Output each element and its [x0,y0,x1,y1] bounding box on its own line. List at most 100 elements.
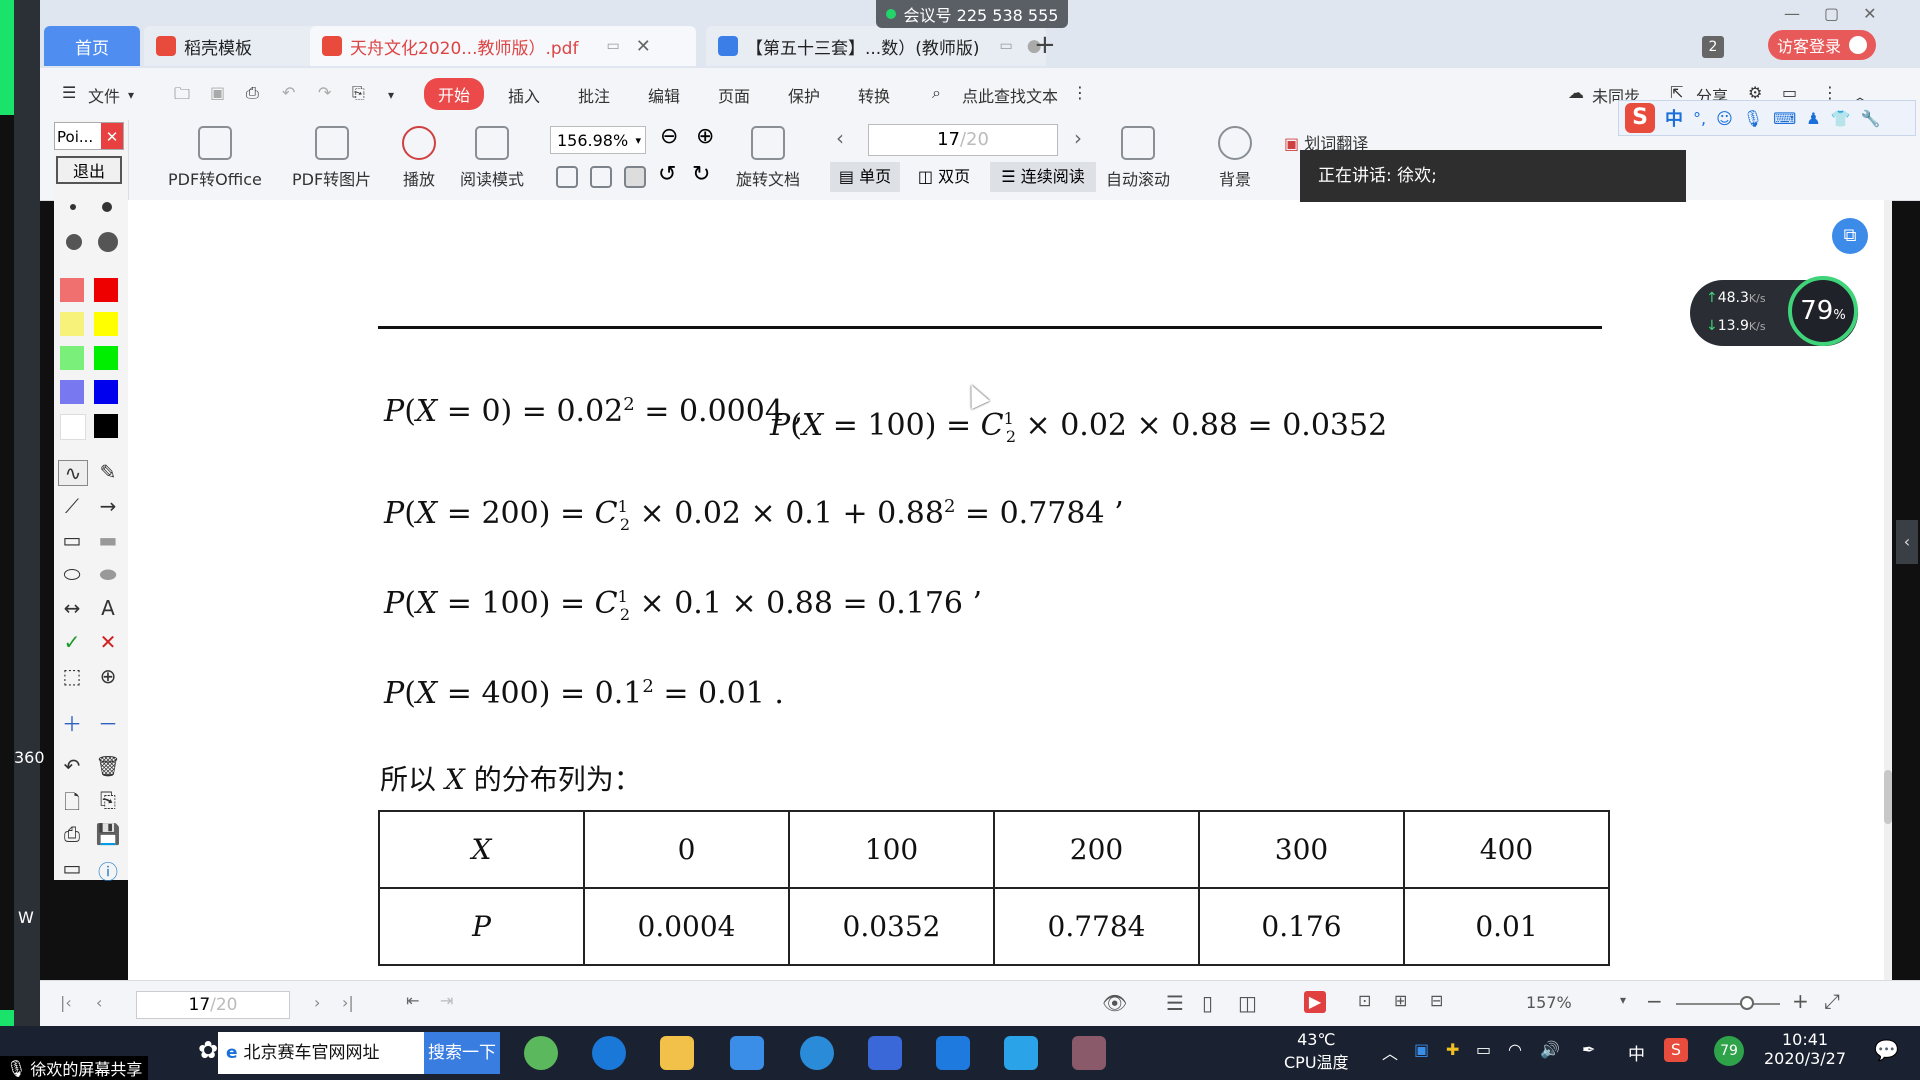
fit-page-icon[interactable] [590,166,612,188]
find-text[interactable]: 点此查找文本 [962,83,1058,107]
next-view-icon[interactable]: ⇥ [440,991,453,1010]
visitor-login-button[interactable]: 访客登录 [1768,30,1876,60]
ellipse-tool-icon[interactable]: ⬭ [58,562,86,586]
tab-close-icon[interactable]: ✕ [636,36,651,57]
single-page-button[interactable]: ▤ 单页 [830,162,900,192]
color-white[interactable] [60,414,86,440]
tab-home[interactable]: 首页 [44,26,140,66]
side-collapse-icon[interactable]: ‹ [1896,520,1918,564]
sogou-icon[interactable]: S [1625,103,1655,133]
add-icon[interactable]: ＋ [58,708,86,737]
zoom-slider[interactable] [1676,996,1780,1010]
arrow-tool-icon[interactable]: → [94,494,122,518]
tab-pdf[interactable]: 天舟文化2020...教师版）.pdf ▭ ✕ [310,26,696,66]
rotate-right-icon[interactable]: ↻ [692,162,710,187]
screen-icon[interactable]: ▭ [58,856,86,880]
eraser-icon[interactable]: ✎ [94,460,122,484]
color-yellow[interactable] [94,312,118,336]
status-actual-size-icon[interactable]: ⊡ [1358,991,1371,1010]
status-zoom-out-icon[interactable]: − [1646,989,1663,1013]
status-zoom[interactable]: 157% [1526,993,1572,1012]
tray-chevron-icon[interactable]: ︿ [1382,1040,1398,1064]
page-input[interactable]: 17/20 [868,124,1058,156]
exit-button[interactable]: 退出 [56,156,122,184]
color-blue[interactable] [94,380,118,404]
pen-size-xs-icon[interactable] [70,204,76,210]
tab-word[interactable]: 【第五十三套】...数）(教师版) ▭ ● [706,26,1046,66]
trash-icon[interactable]: 🗑 [94,754,122,778]
rotate-doc-button[interactable]: 旋转文档 [736,126,800,190]
redo-icon[interactable]: ↷ [318,83,331,102]
pen-tray-icon[interactable]: ✒ [1582,1040,1595,1059]
tray-ime[interactable]: 中 [1628,1040,1645,1065]
filled-rect-tool-icon[interactable]: ▬ [94,528,122,552]
status-fit-icon[interactable]: ⊞ [1394,991,1407,1010]
menu-insert[interactable]: 插入 [508,83,540,107]
freehand-pen-icon[interactable]: ∿ [58,460,88,486]
color-light-yellow[interactable] [60,312,84,336]
window-count-badge[interactable]: 2 [1702,36,1724,58]
status-double-icon[interactable]: ◫ [1238,991,1257,1015]
save-icon[interactable]: ▣ [210,83,225,102]
keyboard-icon[interactable]: ⌨ [1773,109,1796,128]
fan-icon[interactable]: ✿ [198,1036,218,1064]
status-continuous-icon[interactable]: ☰ [1166,991,1184,1015]
color-light-green[interactable] [60,346,84,370]
status-next-icon[interactable]: › [314,993,320,1012]
status-single-icon[interactable]: ▯ [1202,991,1213,1015]
fit-width-icon[interactable] [624,166,646,188]
open-folder-icon[interactable]: 🗀 [174,83,190,110]
continuous-read-button[interactable]: ☰ 连续阅读 [990,162,1096,192]
print-icon[interactable]: ⎙ [246,83,259,103]
color-light-blue[interactable] [60,380,84,404]
read-mode-button[interactable]: 阅读模式 [460,126,524,190]
rectangle-tool-icon[interactable]: ▭ [58,528,86,552]
color-red[interactable] [94,278,118,302]
volume-icon[interactable]: 🔊 [1540,1040,1560,1059]
printer-icon[interactable]: ⎙ [58,822,86,846]
new-tab-button[interactable]: + [1034,30,1056,60]
tab-pin-icon[interactable]: ▭ [606,38,619,54]
undo-icon[interactable]: ↶ [282,83,295,102]
info-icon[interactable]: ⓘ [94,856,122,885]
zoom-slider-thumb[interactable] [1740,996,1754,1010]
menu-page[interactable]: 页面 [718,83,750,107]
image-app-icon[interactable] [1072,1036,1106,1070]
zoom-out-icon[interactable]: ⊖ [660,124,678,149]
pen-size-l-icon[interactable] [98,232,118,252]
minus-icon[interactable]: － [94,708,122,737]
menu-start[interactable]: 开始 [424,78,485,110]
wps-icon[interactable] [868,1036,902,1070]
float-tool-icon[interactable]: ⧉ [1832,218,1868,254]
battery-icon[interactable]: ▭ [1476,1040,1491,1059]
menu-file[interactable]: 文件 [88,83,120,107]
chevron-down-icon[interactable]: ▾ [128,88,134,102]
double-arrow-tool-icon[interactable]: ↔ [58,596,86,620]
notification-icon[interactable]: 💬 [1874,1038,1899,1062]
tray-plus-icon[interactable]: ✚ [1446,1040,1459,1059]
status-zoom-in-icon[interactable]: + [1792,989,1809,1013]
line-tool-icon[interactable]: ⟋ [58,494,86,518]
play-button[interactable]: 播放 [402,126,436,190]
first-page-icon[interactable]: |‹ [60,993,72,1012]
double-page-button[interactable]: ◫ 双页 [906,162,982,192]
cloud-icon[interactable]: ☁ [1568,83,1584,102]
menu-annotate[interactable]: 批注 [578,83,610,107]
minimize-icon[interactable]: — [1784,4,1824,23]
auto-scroll-button[interactable]: 自动滚动 [1106,126,1170,190]
actual-size-icon[interactable] [556,166,578,188]
memory-percent[interactable]: 79% [1788,276,1858,346]
maximize-icon[interactable]: ▢ [1824,4,1863,23]
export-icon[interactable]: ⎘ [352,83,365,103]
crop-icon[interactable]: ⬚ [58,664,86,688]
eye-protect-icon[interactable]: 👁 [1102,991,1127,1015]
tab-word-pin-icon[interactable]: ▭ [999,38,1012,54]
prev-page-icon[interactable]: ‹ [836,126,844,150]
zoom-in-icon[interactable]: ⊕ [696,124,714,149]
search-icon[interactable]: ⌕ [932,83,941,103]
tray-badge[interactable]: 79 [1714,1036,1744,1066]
ime-toolbar[interactable]: S 中 °, ☺ 🎙 ⌨ ♟ 👕 🔧 [1618,100,1916,136]
shirt-icon[interactable]: 👕 [1831,109,1851,128]
pdf-to-image-button[interactable]: PDF转图片 [292,126,371,190]
tray-sogou-icon[interactable]: S [1664,1038,1688,1062]
